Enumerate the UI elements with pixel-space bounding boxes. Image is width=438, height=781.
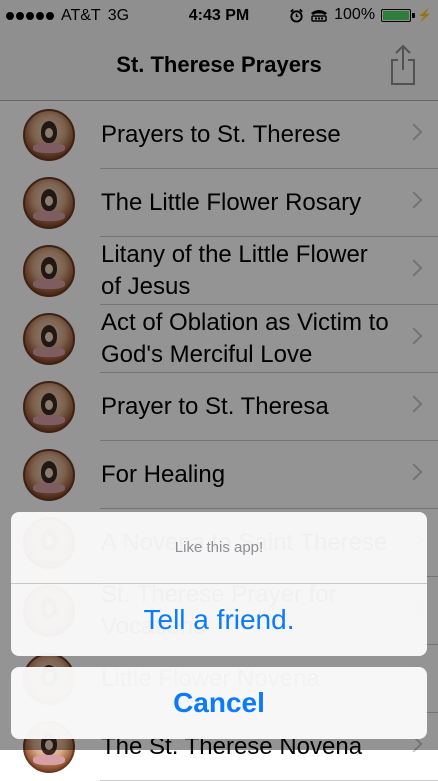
action-sheet-message: Like this app! (11, 512, 427, 584)
cancel-button[interactable]: Cancel (11, 667, 427, 739)
action-sheet: Like this app! Tell a friend. (11, 512, 427, 656)
tell-a-friend-button[interactable]: Tell a friend. (11, 584, 427, 656)
